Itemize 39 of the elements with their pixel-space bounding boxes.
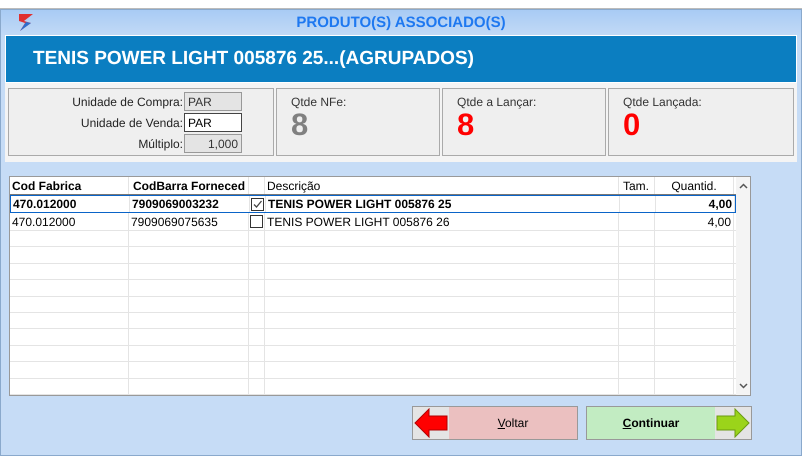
column-header[interactable]: Quantid. xyxy=(655,177,734,194)
window-title: PRODUTO(S) ASSOCIADO(S) xyxy=(296,14,506,31)
scroll-up-icon[interactable] xyxy=(738,183,748,189)
table-cell: TENIS POWER LIGHT 005876 25 xyxy=(266,196,620,212)
product-title: TENIS POWER LIGHT 005876 25...(AGRUPADOS) xyxy=(33,48,474,70)
back-button[interactable]: Voltar xyxy=(412,406,578,440)
counter-value: 8 xyxy=(291,109,308,141)
checkbox[interactable] xyxy=(250,215,263,228)
logo-icon xyxy=(17,12,35,32)
scroll-down-icon[interactable] xyxy=(738,383,748,389)
field-label: Múltiplo: xyxy=(138,136,183,150)
scrollbar[interactable] xyxy=(736,177,750,395)
column-header[interactable]: CodBarra Forneced xyxy=(129,177,249,194)
table-row[interactable]: 470.012000 7909069003232 TENIS POWER LIGHT 005876 25 4,00 xyxy=(10,195,736,213)
table-cell: 4,00 xyxy=(656,196,735,212)
table-cell: TENIS POWER LIGHT 005876 26 xyxy=(265,213,619,230)
field-label: Unidade de Compra: xyxy=(72,94,183,108)
counter-label: Qtde NFe: xyxy=(291,95,346,109)
continue-button[interactable]: Continuar xyxy=(586,406,752,440)
table-cell: 470.012000 xyxy=(10,213,129,230)
table-cell: 7909069003232 xyxy=(130,196,250,212)
counter-label: Qtde Lançada: xyxy=(623,95,702,109)
field-label: Unidade de Venda: xyxy=(80,116,183,130)
column-header[interactable]: Tam. xyxy=(619,177,655,194)
column-header[interactable]: Descrição xyxy=(265,177,619,194)
table-cell: 470.012000 xyxy=(11,196,130,212)
right-arrow-icon xyxy=(716,408,750,438)
checkbox[interactable] xyxy=(251,198,264,210)
table-row[interactable]: 470.012000 7909069075635 TENIS POWER LIGHT 005876 26 4,00 xyxy=(10,213,736,231)
table-cell: 7909069075635 xyxy=(129,213,249,230)
left-arrow-icon xyxy=(414,408,448,438)
counter-value: 0 xyxy=(623,109,640,141)
table-cell: 4,00 xyxy=(655,213,734,230)
counter-label: Qtde a Lançar: xyxy=(457,95,536,109)
unit-field: PAR xyxy=(184,92,242,111)
unit-field[interactable]: PAR xyxy=(184,113,242,132)
counter-value: 8 xyxy=(457,109,474,141)
unit-field: 1,000 xyxy=(184,134,242,153)
column-header[interactable]: Cod Fabrica xyxy=(10,177,129,194)
